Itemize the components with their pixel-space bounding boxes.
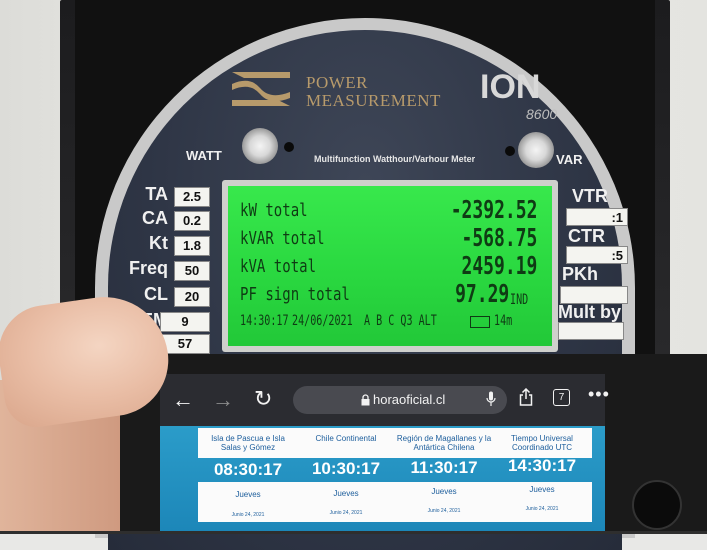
left-value-cl: 20	[174, 287, 210, 307]
lcd-row-value: 2459.19	[461, 251, 537, 280]
lcd-row-label: kVA total	[240, 256, 317, 277]
right-label-mult-by: Mult by	[558, 302, 621, 322]
lcd-row-label: kVAR total	[240, 228, 325, 249]
lcd-row-value: -568.75	[461, 223, 537, 252]
left-label-cl: CL	[144, 284, 168, 304]
left-label-kt: Kt	[149, 233, 168, 253]
lcd-status-date: 24/06/2021	[292, 313, 353, 329]
right-label-pkh: PKh	[562, 264, 598, 284]
timezone-name-magallanes: Región de Magallanes y la Antártica Chil…	[396, 430, 492, 456]
tab-count-button[interactable]: 7	[553, 389, 570, 406]
timezone-day-pascua: Jueves	[200, 490, 296, 499]
lcd-interval-box-icon	[470, 316, 490, 328]
var-label: VAR	[556, 152, 583, 167]
var-port-screw	[518, 132, 554, 168]
lcd-row-label: PF sign total	[240, 284, 350, 305]
url-text: horaoficial.cl	[373, 392, 446, 407]
phone-camera-icon	[632, 480, 682, 530]
share-icon[interactable]	[519, 388, 533, 406]
more-icon[interactable]: •••	[588, 384, 610, 405]
lcd-status-time: 14:30:17	[240, 313, 289, 329]
right-value-ctr: :5	[566, 246, 628, 264]
timezone-date-continental: Junio 24, 2021	[329, 510, 363, 516]
right-value-mult-by	[558, 322, 624, 340]
left-label-ca: CA	[142, 208, 168, 228]
timezone-name-utc: Tiempo Universal Coordinado UTC	[494, 430, 590, 456]
brand-name-line2: MEASUREMENT	[306, 91, 441, 110]
left-value-em: 9	[160, 312, 210, 332]
timezone-time-pascua: 08:30:17	[213, 460, 283, 479]
timezone-time-continental: 10:30:17	[311, 459, 381, 478]
lcd-row-value: 97.29	[454, 279, 509, 308]
meter-subtitle: Multifunction Watthour/Varhour Meter	[314, 154, 476, 164]
watt-label: WATT	[186, 148, 222, 163]
reload-icon[interactable]: ↻	[254, 386, 272, 412]
watt-led-icon	[284, 142, 294, 152]
lcd-row-value: -2392.52	[450, 195, 537, 224]
model-number: 8600	[526, 106, 558, 122]
left-value-ta: 2.5	[174, 187, 210, 207]
timezone-name-pascua: Isla de Pascua e Isla Salas y Gómez	[200, 430, 296, 456]
left-value-ca: 0.2	[174, 211, 210, 231]
timezone-time-utc: 14:30:17	[507, 456, 577, 475]
left-value-freq: 50	[174, 261, 210, 281]
watt-port-screw	[242, 128, 278, 164]
timezone-date-utc: Junio 24, 2021	[525, 506, 559, 512]
right-label-ctr: CTR	[568, 226, 605, 246]
timezone-name-continental: Chile Continental	[298, 430, 394, 456]
right-label-vtr: VTR	[572, 186, 608, 206]
lock-icon	[361, 394, 370, 406]
right-value-vtr: :1	[566, 208, 628, 226]
timezone-day-continental: Jueves	[298, 489, 394, 498]
lcd-status-flags: A B C Q3 ALT	[364, 313, 437, 329]
power-measurement-logo	[232, 72, 290, 106]
timezone-day-utc: Jueves	[494, 485, 590, 494]
timezone-date-pascua: Junio 24, 2021	[231, 512, 265, 518]
left-value-kt: 1.8	[174, 236, 210, 256]
timezone-date-magallanes: Junio 24, 2021	[427, 508, 461, 514]
lcd-row-label: kW total	[240, 200, 308, 221]
brand-name-line1: POWER	[306, 73, 368, 92]
mic-icon[interactable]	[486, 391, 496, 407]
lcd-pf-unit: IND	[510, 292, 529, 308]
timezone-time-magallanes: 11:30:17	[410, 458, 478, 477]
left-label-freq: Freq	[128, 258, 168, 278]
forward-arrow-icon[interactable]: →	[212, 387, 234, 413]
back-arrow-icon[interactable]: ←	[172, 387, 194, 413]
left-label-ta: TA	[145, 184, 168, 204]
lcd-status-interval: 14m	[494, 313, 513, 329]
timezone-day-magallanes: Jueves	[396, 487, 492, 496]
var-led-icon	[505, 146, 515, 156]
model-name: ION	[480, 68, 541, 106]
